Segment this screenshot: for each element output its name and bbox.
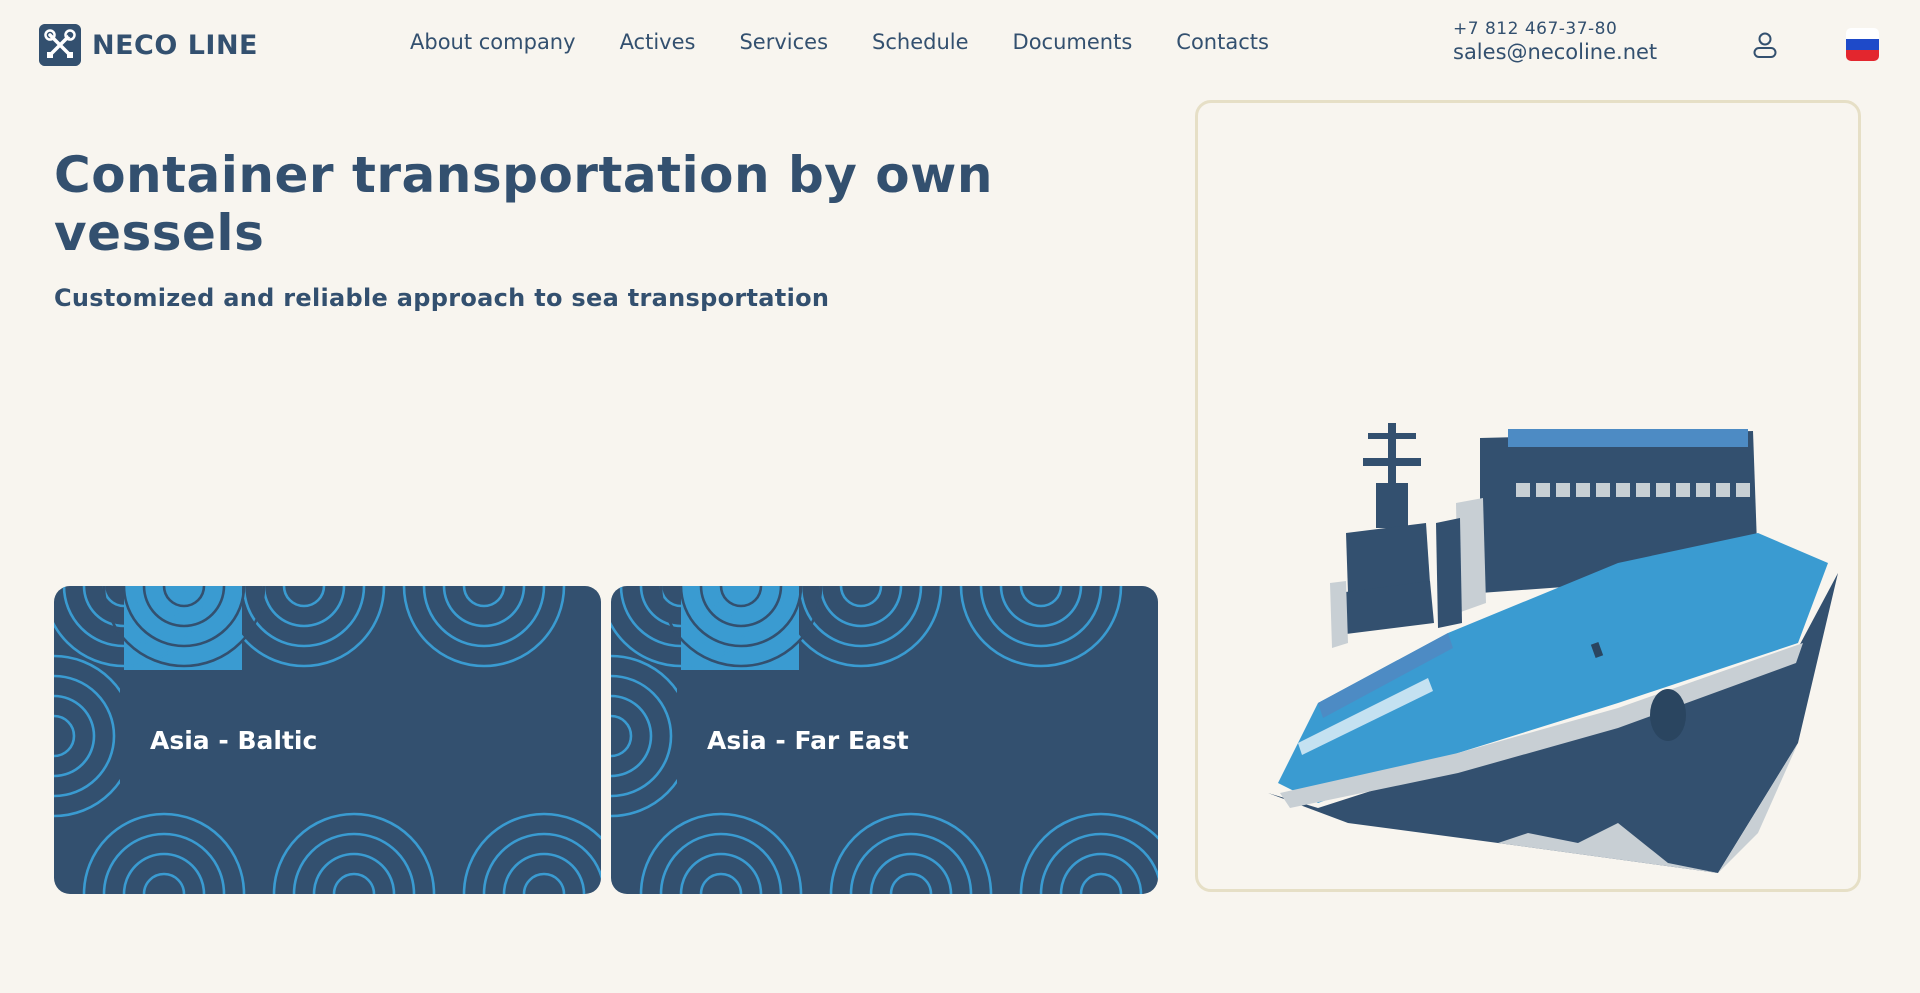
header-contacts: +7 812 467-37-80 sales@necoline.net [1453,21,1657,63]
hero-title: Container transportation by own vessels [54,146,993,262]
site-header: NECO LINE About company Actives Services… [0,0,1920,90]
route-card-asia-baltic[interactable]: Asia - Baltic [54,586,601,894]
container-ship-illustration [1268,423,1838,873]
ship-illustration-panel [1195,100,1861,892]
brand-logo[interactable]: NECO LINE [39,24,258,66]
route-label: Asia - Baltic [150,726,318,755]
nav-schedule[interactable]: Schedule [872,30,969,54]
hero-subtitle: Customized and reliable approach to sea … [54,284,830,312]
nav-actives[interactable]: Actives [620,30,696,54]
russia-flag-icon[interactable] [1846,28,1879,61]
logo-tools-icon [39,24,81,66]
nav-services[interactable]: Services [739,30,828,54]
nav-about-company[interactable]: About company [410,30,576,54]
email-link[interactable]: sales@necoline.net [1453,42,1657,63]
phone-link[interactable]: +7 812 467-37-80 [1453,21,1657,38]
user-icon[interactable] [1750,30,1780,60]
main-nav: About company Actives Services Schedule … [410,30,1313,54]
route-card-asia-far-east[interactable]: Asia - Far East [611,586,1158,894]
brand-name: NECO LINE [92,29,258,61]
nav-contacts[interactable]: Contacts [1176,30,1269,54]
nav-documents[interactable]: Documents [1013,30,1133,54]
route-label: Asia - Far East [707,726,909,755]
